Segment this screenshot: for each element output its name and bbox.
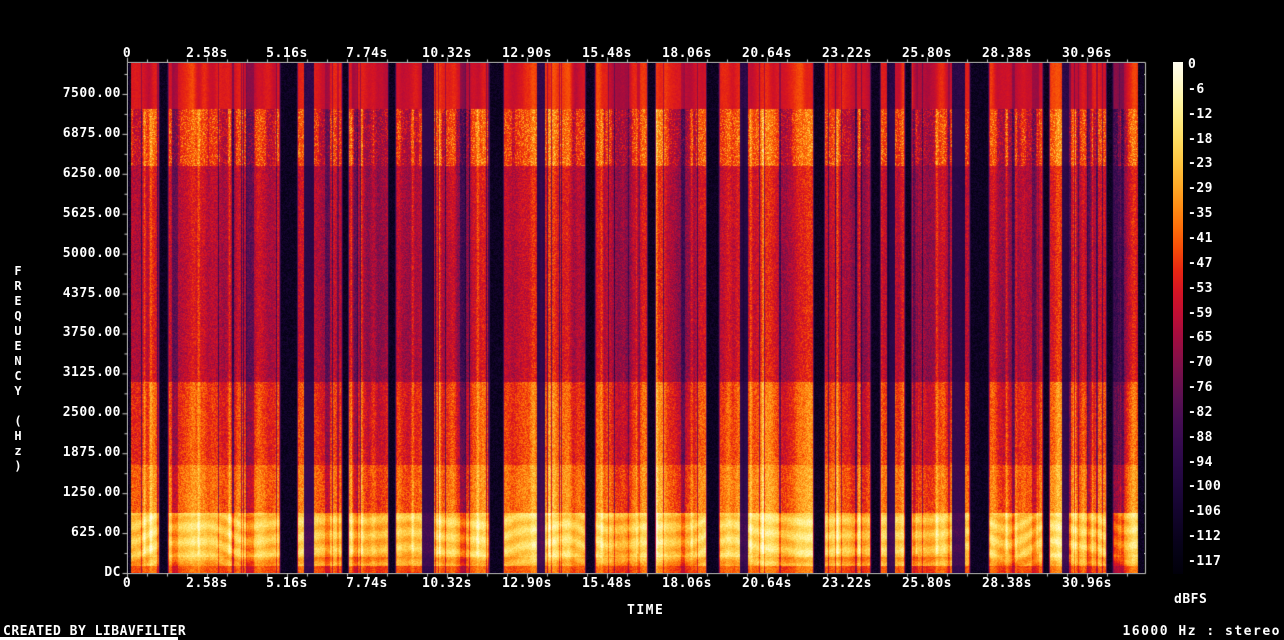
legend-tick-label: -100: [1188, 480, 1221, 494]
spectrogram-window: { "app": { "creator_credit": "CREATED BY…: [0, 0, 1284, 640]
y-axis-tick-label: 6250.00: [0, 167, 121, 181]
dbfs-color-scale-bar: [1173, 62, 1183, 574]
legend-tick-label: -112: [1188, 530, 1221, 544]
legend-tick-label: -12: [1188, 108, 1213, 122]
y-axis-tick-label: 1250.00: [0, 486, 121, 500]
legend-tick-label: -70: [1188, 356, 1213, 370]
y-axis-tick-label: 5000.00: [0, 247, 121, 261]
legend-tick-label: -47: [1188, 257, 1213, 271]
x-axis-tick-label: 20.64s: [742, 577, 792, 591]
legend-tick-label: -106: [1188, 505, 1221, 519]
x-axis-tick-label: 7.74s: [346, 47, 388, 61]
x-axis-tick-label: 15.48s: [582, 47, 632, 61]
legend-tick-label: -29: [1188, 182, 1213, 196]
x-axis-title: TIME: [627, 603, 664, 618]
x-axis-tick-label: 10.32s: [422, 577, 472, 591]
x-axis-tick-label: 25.80s: [902, 47, 952, 61]
y-axis-tick-label: DC: [0, 566, 121, 580]
legend-tick-label: -23: [1188, 157, 1213, 171]
x-axis-tick-label: 0: [123, 577, 131, 591]
x-axis-tick-label: 10.32s: [422, 47, 472, 61]
legend-tick-label: -41: [1188, 232, 1213, 246]
x-axis-tick-label: 5.16s: [266, 577, 308, 591]
x-axis-tick-label: 20.64s: [742, 47, 792, 61]
x-axis-tick-label: 7.74s: [346, 577, 388, 591]
y-axis-tick-label: 7500.00: [0, 87, 121, 101]
legend-tick-label: -35: [1188, 207, 1213, 221]
legend-tick-label: -18: [1188, 133, 1213, 147]
legend-tick-label: -65: [1188, 331, 1213, 345]
legend-tick-label: -53: [1188, 282, 1213, 296]
y-axis-title: FREQUENCY (Hz): [12, 264, 24, 474]
y-axis-tick-label: 625.00: [0, 526, 121, 540]
x-axis-tick-label: 2.58s: [186, 577, 228, 591]
x-axis-tick-label: 12.90s: [502, 47, 552, 61]
legend-tick-label: -117: [1188, 555, 1221, 569]
legend-unit-label: dBFS: [1174, 593, 1207, 607]
x-axis-tick-label: 23.22s: [822, 577, 872, 591]
legend-tick-label: -82: [1188, 406, 1213, 420]
y-axis-tick-label: 6875.00: [0, 127, 121, 141]
x-axis-tick-label: 2.58s: [186, 47, 228, 61]
x-axis-tick-label: 23.22s: [822, 47, 872, 61]
x-axis-tick-label: 5.16s: [266, 47, 308, 61]
legend-tick-label: -6: [1188, 83, 1205, 97]
legend-tick-label: -88: [1188, 431, 1213, 445]
x-axis-tick-label: 18.06s: [662, 47, 712, 61]
x-axis-tick-label: 28.38s: [982, 47, 1032, 61]
x-axis-tick-label: 12.90s: [502, 577, 552, 591]
y-axis-tick-label: 5625.00: [0, 207, 121, 221]
x-axis-tick-label: 30.96s: [1062, 47, 1112, 61]
x-axis-tick-label: 0: [123, 47, 131, 61]
legend-tick-label: -94: [1188, 456, 1213, 470]
x-axis-tick-label: 30.96s: [1062, 577, 1112, 591]
x-axis-tick-label: 18.06s: [662, 577, 712, 591]
legend-tick-label: -76: [1188, 381, 1213, 395]
x-axis-tick-label: 25.80s: [902, 577, 952, 591]
stream-info: 16000 Hz : stereo: [1122, 624, 1281, 639]
legend-tick-label: -59: [1188, 307, 1213, 321]
spectrogram-plot-canvas: [128, 63, 1144, 573]
x-axis-tick-label: 15.48s: [582, 577, 632, 591]
legend-tick-label: 0: [1188, 58, 1196, 72]
x-axis-tick-label: 28.38s: [982, 577, 1032, 591]
